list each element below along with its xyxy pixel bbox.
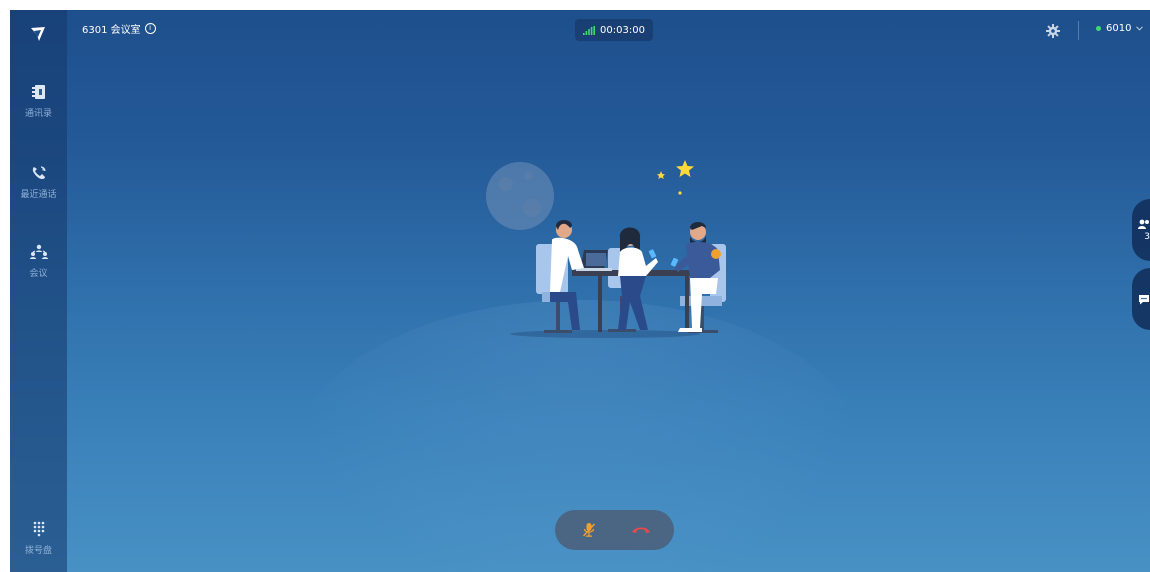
hangup-button[interactable] (627, 516, 655, 544)
sidebar-item-label: 会议 (29, 269, 48, 279)
mute-button[interactable] (575, 516, 603, 544)
sidebar-item-recent-calls[interactable]: 最近通话 (10, 165, 67, 217)
header-divider (1078, 21, 1079, 40)
account-menu[interactable]: 6010 (1096, 23, 1144, 34)
room-title-text: 6301 会议室 (82, 25, 141, 36)
sidebar-item-dialpad[interactable]: 拨号盘 (10, 521, 67, 572)
info-icon[interactable]: i (144, 23, 156, 34)
dialpad-icon (33, 521, 44, 537)
online-status-dot (1096, 26, 1101, 31)
sidebar-item-label: 拨号盘 (24, 546, 52, 556)
chat-icon (1139, 294, 1149, 304)
participants-tab[interactable]: 3 (1132, 199, 1150, 261)
participants-icon (1138, 219, 1149, 229)
chevron-down-icon (1136, 26, 1144, 31)
call-timer: 00:03:00 (575, 19, 653, 41)
mic-muted-icon (582, 523, 595, 537)
gear-icon[interactable] (1046, 23, 1060, 42)
sidebar: 通讯录 最近通话 会议 拨号盘 (10, 10, 67, 572)
recent-calls-icon (32, 166, 46, 179)
sidebar-item-label: 最近通话 (20, 190, 57, 200)
participants-count: 3 (1144, 232, 1150, 242)
conference-screen: 通讯录 最近通话 会议 拨号盘 6301 会议室 i 00:03:00 6010… (10, 10, 1150, 572)
sidebar-item-label: 通讯录 (24, 109, 52, 119)
app-logo-icon (24, 20, 52, 48)
call-controls (555, 510, 674, 550)
room-title[interactable]: 6301 会议室 i (82, 21, 156, 36)
chat-tab[interactable] (1132, 268, 1150, 330)
sidebar-item-meeting[interactable]: 会议 (10, 244, 67, 296)
meeting-icon (29, 244, 48, 259)
sidebar-item-contacts[interactable]: 通讯录 (10, 84, 67, 136)
meeting-illustration (486, 160, 726, 338)
hangup-icon (631, 527, 650, 533)
contacts-icon (31, 85, 45, 99)
timer-text: 00:03:00 (600, 24, 645, 36)
signal-strength-icon (583, 25, 596, 35)
account-label: 6010 (1106, 23, 1132, 34)
